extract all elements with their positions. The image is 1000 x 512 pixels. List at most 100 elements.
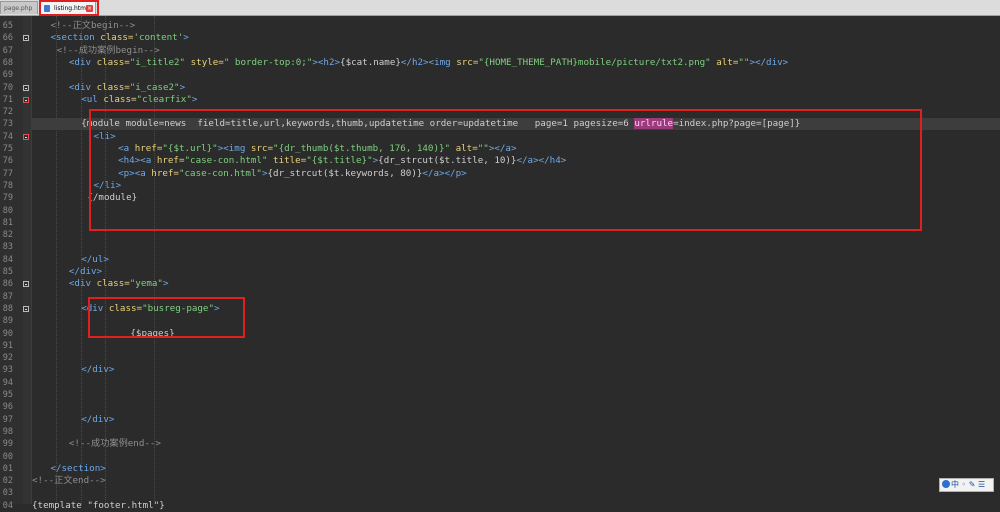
- line-number: 95: [2, 390, 13, 400]
- code-token: class=: [96, 278, 130, 290]
- code-editor[interactable]: 65 <!--正文begin--> 66 <section class='conten…: [0, 16, 1000, 511]
- code-token: <div: [68, 81, 97, 93]
- code-text: <section class='content'>: [50, 32, 188, 44]
- code-token: <!--正文end-->: [32, 475, 106, 487]
- code-line[interactable]: 95: [3, 389, 1000, 401]
- code-token: class=: [96, 81, 130, 93]
- line-number: 02: [2, 476, 13, 487]
- ime-mode-label: 中: [951, 480, 959, 489]
- line-number: 89: [2, 316, 13, 327]
- line-number: 76: [2, 156, 13, 167]
- code-token: <!--成功案例begin-->: [56, 44, 160, 56]
- code-token: 'content': [133, 32, 184, 44]
- code-line[interactable]: 84 </ul>: [3, 254, 1000, 266]
- line-number: 83: [2, 242, 13, 253]
- code-token: alt=: [716, 56, 739, 68]
- line-number: 85: [2, 267, 13, 277]
- code-text: <!--成功案例end-->: [69, 438, 161, 450]
- line-number: 91: [2, 340, 13, 351]
- line-number: 73: [2, 119, 13, 130]
- fold-toggle-icon[interactable]: [23, 133, 29, 140]
- line-number: 88: [2, 303, 13, 314]
- code-line[interactable]: 96: [3, 401, 1000, 413]
- line-number: 99: [2, 439, 13, 450]
- code-text: </div>: [69, 266, 102, 278]
- line-number: 65: [2, 21, 13, 31]
- tab-bar: page.php listing.html ×: [0, 0, 1000, 16]
- code-line[interactable]: 03: [3, 487, 1000, 499]
- ime-logo-icon: [942, 480, 950, 488]
- line-number: 84: [2, 254, 13, 265]
- fold-toggle-icon[interactable]: [23, 305, 29, 312]
- code-token: {template "footer.html"}: [32, 499, 165, 511]
- code-line[interactable]: 94: [3, 377, 1000, 389]
- line-number: 87: [2, 291, 13, 302]
- line-number: 97: [2, 414, 13, 425]
- line-number: 67: [2, 45, 13, 56]
- code-line[interactable]: 97 </div>: [3, 414, 1000, 426]
- fold-toggle-icon[interactable]: [23, 84, 29, 91]
- fold-toggle-icon[interactable]: [23, 35, 29, 42]
- code-line[interactable]: 85 </div>: [3, 266, 1000, 278]
- line-number: 80: [2, 205, 13, 216]
- code-line[interactable]: 70 <div class="i_case2">: [3, 81, 1000, 94]
- code-token: ></div>: [749, 56, 789, 68]
- line-number: 04: [2, 500, 13, 511]
- code-token: <ul: [81, 93, 104, 105]
- fold-toggle-icon[interactable]: [23, 281, 29, 288]
- code-text: <div class="yema">: [69, 278, 169, 290]
- code-token: " border-top:0;": [223, 56, 313, 68]
- code-line[interactable]: 99 <!--成功案例end-->: [3, 438, 1000, 450]
- code-line[interactable]: 00: [3, 451, 1000, 463]
- code-token: >: [162, 278, 169, 290]
- code-line[interactable]: 65 <!--正文begin-->: [3, 20, 1000, 32]
- code-line[interactable]: 91: [3, 340, 1000, 352]
- line-number: 90: [2, 328, 13, 339]
- code-line[interactable]: 92: [3, 352, 1000, 364]
- code-token: </div>: [68, 266, 103, 277]
- code-line[interactable]: 66 <section class='content'>: [3, 32, 1000, 44]
- code-token: </section>: [50, 462, 106, 474]
- ime-toolbar[interactable]: 中 ◦ ✎ ☰: [939, 478, 994, 492]
- code-line[interactable]: 01 </section>: [3, 462, 1000, 475]
- code-token: </div>: [81, 364, 115, 376]
- code-line[interactable]: 83: [3, 241, 1000, 253]
- tab-page-php[interactable]: page.php: [0, 1, 38, 14]
- line-number: 75: [2, 144, 13, 154]
- line-number: 96: [2, 402, 13, 413]
- line-number: 82: [2, 230, 13, 241]
- code-line[interactable]: 67 <!--成功案例begin-->: [3, 45, 1000, 57]
- line-number: 68: [2, 57, 13, 68]
- code-text: <ul class="clearfix">: [81, 94, 197, 106]
- code-line[interactable]: 86 <div class="yema">: [3, 278, 1000, 290]
- code-line[interactable]: 04 {template "footer.html"}: [3, 499, 1000, 512]
- pages-highlight-box: [88, 297, 245, 338]
- line-number: 78: [2, 180, 13, 191]
- code-line[interactable]: 93 </div>: [3, 364, 1000, 376]
- code-text: <!--正文begin-->: [50, 20, 135, 32]
- line-number: 69: [2, 70, 13, 81]
- tab-highlight-box: [39, 0, 99, 16]
- line-number: 93: [2, 365, 13, 376]
- code-token: "{HOME_THEME_PATH}mobile/picture/txt2.pn…: [478, 56, 711, 68]
- line-number: 86: [2, 279, 13, 290]
- code-token: <section: [50, 32, 101, 44]
- code-area[interactable]: 65 <!--正文begin--> 66 <section class='conten…: [3, 16, 1000, 511]
- code-line[interactable]: 02 <!--正文end-->: [3, 475, 1000, 487]
- code-line[interactable]: 69: [3, 69, 1000, 81]
- code-token: class=: [96, 56, 130, 68]
- code-token: <div: [68, 278, 97, 290]
- code-line[interactable]: 71 <ul class="clearfix">: [3, 94, 1000, 106]
- code-token: class=: [103, 93, 137, 105]
- code-token: "clearfix": [136, 93, 192, 105]
- line-number: 72: [2, 107, 13, 118]
- code-token: <!--正文begin-->: [50, 20, 136, 31]
- code-token: {$cat.name}: [340, 56, 401, 68]
- code-token: "": [738, 56, 750, 68]
- fold-toggle-icon[interactable]: [23, 96, 29, 103]
- code-line[interactable]: 98: [3, 426, 1000, 438]
- code-line[interactable]: 68 <div class="i_title2" style=" border-t…: [3, 56, 1000, 69]
- code-token: "i_title2": [129, 56, 186, 68]
- line-number: 70: [2, 82, 13, 93]
- code-text: <!--成功案例begin-->: [57, 45, 160, 57]
